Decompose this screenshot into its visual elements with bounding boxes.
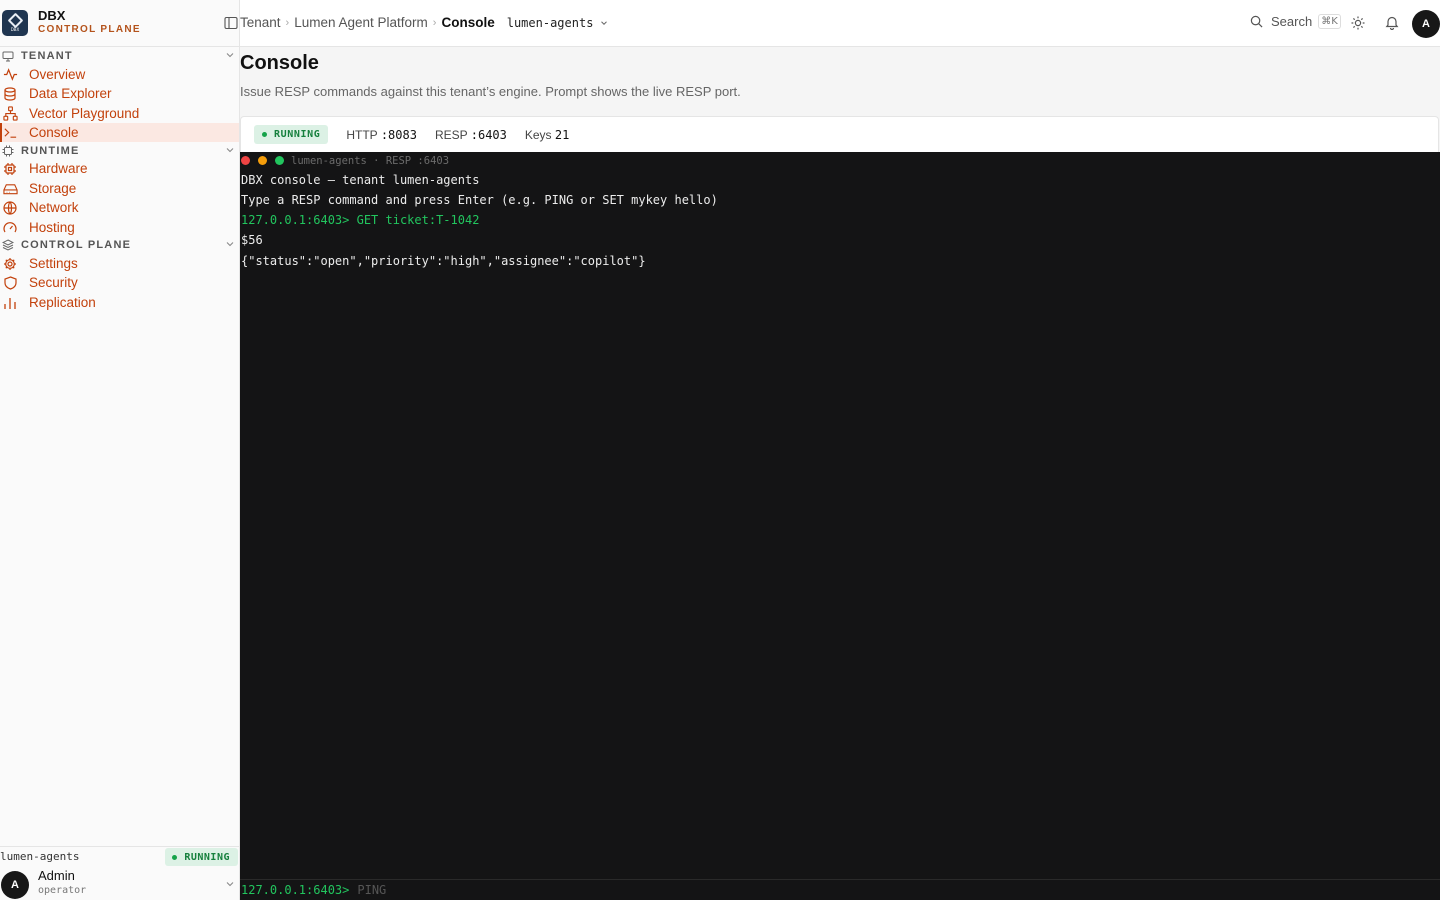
http-port-stat: HTTP :8083 [346, 127, 417, 142]
terminal-input-row[interactable]: 127.0.0.1:6403> PING [240, 879, 1440, 900]
sidebar-item-label: Vector Playground [29, 106, 140, 121]
terminal-output-line: $56 [241, 233, 263, 247]
sidebar-item-label: Hardware [29, 161, 88, 176]
terminal-title-bar: lumen-agents · RESP :6403 [240, 152, 1440, 169]
activity-icon [2, 67, 18, 83]
sidebar-item-label: Storage [29, 181, 77, 196]
keys-count-stat: Keys 21 [524, 127, 570, 142]
sidebar-item-label: Overview [29, 67, 86, 82]
resp-port-stat: RESP :6403 [434, 127, 507, 142]
layers-icon [1, 238, 15, 252]
search-icon [1250, 15, 1263, 28]
search-button[interactable]: Search ⌘K [1250, 14, 1341, 29]
sidebar-item-vector-playground[interactable]: Vector Playground [0, 104, 239, 123]
globe-icon [2, 200, 18, 216]
bar-chart-icon [2, 295, 18, 311]
sidebar-item-label: Network [29, 200, 79, 215]
status-badge: RUNNING [165, 848, 238, 866]
brand-name: DBX [38, 8, 66, 23]
search-shortcut: ⌘K [1318, 14, 1341, 29]
sidebar-item-overview[interactable]: Overview [0, 65, 239, 84]
brand-subtitle: CONTROL PLANE [38, 24, 141, 35]
terminal-command-input[interactable]: PING [357, 883, 386, 897]
main-content: Console Issue RESP commands against this… [240, 48, 1440, 900]
section-control-plane[interactable]: CONTROL PLANE [0, 236, 239, 254]
gear-icon [2, 256, 18, 272]
user-avatar[interactable]: A [1412, 10, 1440, 38]
terminal-icon [2, 125, 18, 141]
sidebar-item-label: Hosting [29, 220, 75, 235]
terminal-output-line: {"status":"open","priority":"high","assi… [241, 254, 646, 268]
top-bar: Tenant › Lumen Agent Platform › Console … [224, 0, 1440, 47]
status-dot-icon [172, 854, 178, 860]
sidebar-item-label: Security [29, 275, 78, 290]
gauge-icon [2, 220, 18, 236]
chevron-down-icon [226, 242, 234, 247]
chevron-down-icon[interactable] [224, 878, 236, 890]
breadcrumb-current: Console [441, 15, 495, 30]
close-dot-icon [241, 156, 250, 165]
sidebar-item-storage[interactable]: Storage [0, 179, 239, 198]
sidebar-item-hardware[interactable]: Hardware [0, 159, 239, 178]
sun-icon[interactable] [1351, 16, 1365, 30]
breadcrumb-separator-icon: › [285, 16, 290, 29]
terminal-prompt: 127.0.0.1:6403> [241, 883, 350, 897]
dbx-logo-icon: DBX [2, 10, 28, 36]
cpu-icon [2, 161, 18, 177]
breadcrumb-tenant[interactable]: Tenant [240, 15, 281, 30]
database-icon [2, 86, 18, 102]
sidebar-toggle-icon[interactable] [224, 16, 238, 30]
footer-tenant-name: lumen-agents [0, 850, 80, 863]
console-terminal[interactable]: lumen-agents · RESP :6403 DBX console — … [240, 152, 1440, 900]
chevron-down-icon [601, 20, 608, 25]
chevron-down-icon [226, 53, 234, 58]
breadcrumb-separator-icon: › [432, 16, 437, 29]
sidebar-item-network[interactable]: Network [0, 198, 239, 217]
sidebar-item-hosting[interactable]: Hosting [0, 218, 239, 237]
status-bar: RUNNING HTTP :8083 RESP :6403 Keys 21 [240, 116, 1439, 152]
chevron-down-icon [226, 148, 234, 153]
breadcrumb-project[interactable]: Lumen Agent Platform [294, 15, 428, 30]
section-tenant[interactable]: TENANT [0, 47, 239, 65]
sidebar-item-label: Replication [29, 295, 96, 310]
monitor-icon [1, 49, 15, 63]
sidebar-item-label: Data Explorer [29, 86, 112, 101]
status-dot-icon [262, 132, 267, 137]
minimize-dot-icon [258, 156, 267, 165]
avatar[interactable]: A [1, 871, 29, 899]
page-subtitle: Issue RESP commands against this tenant’… [240, 84, 741, 99]
tenant-selector-value: lumen-agents [506, 15, 594, 30]
bell-icon[interactable] [1385, 15, 1399, 30]
brand[interactable]: DBX DBX CONTROL PLANE [0, 0, 239, 47]
cpu-icon [1, 144, 15, 158]
sidebar-footer: lumen-agents RUNNING A Admin operator [0, 846, 239, 900]
section-label: TENANT [21, 50, 73, 62]
section-label: RUNTIME [21, 145, 80, 157]
tenant-selector[interactable]: lumen-agents [507, 16, 610, 30]
sidebar-item-replication[interactable]: Replication [0, 293, 239, 312]
terminal-title: lumen-agents · RESP :6403 [291, 154, 450, 167]
terminal-output-line: DBX console — tenant lumen-agents [241, 173, 480, 187]
sidebar-item-settings[interactable]: Settings [0, 254, 239, 273]
sidebar-item-label: Console [29, 125, 79, 140]
network-nodes-icon [2, 106, 18, 122]
section-label: CONTROL PLANE [21, 239, 132, 251]
maximize-dot-icon [275, 156, 284, 165]
breadcrumb: Tenant › Lumen Agent Platform › Console … [240, 15, 609, 30]
search-label: Search [1271, 14, 1313, 29]
sidebar-item-security[interactable]: Security [0, 273, 239, 292]
sidebar-item-console[interactable]: Console [0, 123, 239, 142]
sidebar-item-label: Settings [29, 256, 78, 271]
page-title: Console [240, 52, 319, 74]
status-badge: RUNNING [254, 125, 329, 144]
user-name[interactable]: Admin [38, 868, 75, 883]
shield-icon [2, 275, 18, 291]
sidebar-item-data-explorer[interactable]: Data Explorer [0, 84, 239, 103]
user-role: operator [38, 885, 87, 896]
terminal-command-line: 127.0.0.1:6403> GET ticket:T-1042 [241, 213, 480, 227]
terminal-output-line: Type a RESP command and press Enter (e.g… [241, 193, 718, 207]
sidebar: DBX DBX CONTROL PLANE TENANT Overview Da… [0, 0, 240, 900]
hard-drive-icon [2, 181, 18, 197]
section-runtime[interactable]: RUNTIME [0, 142, 239, 160]
